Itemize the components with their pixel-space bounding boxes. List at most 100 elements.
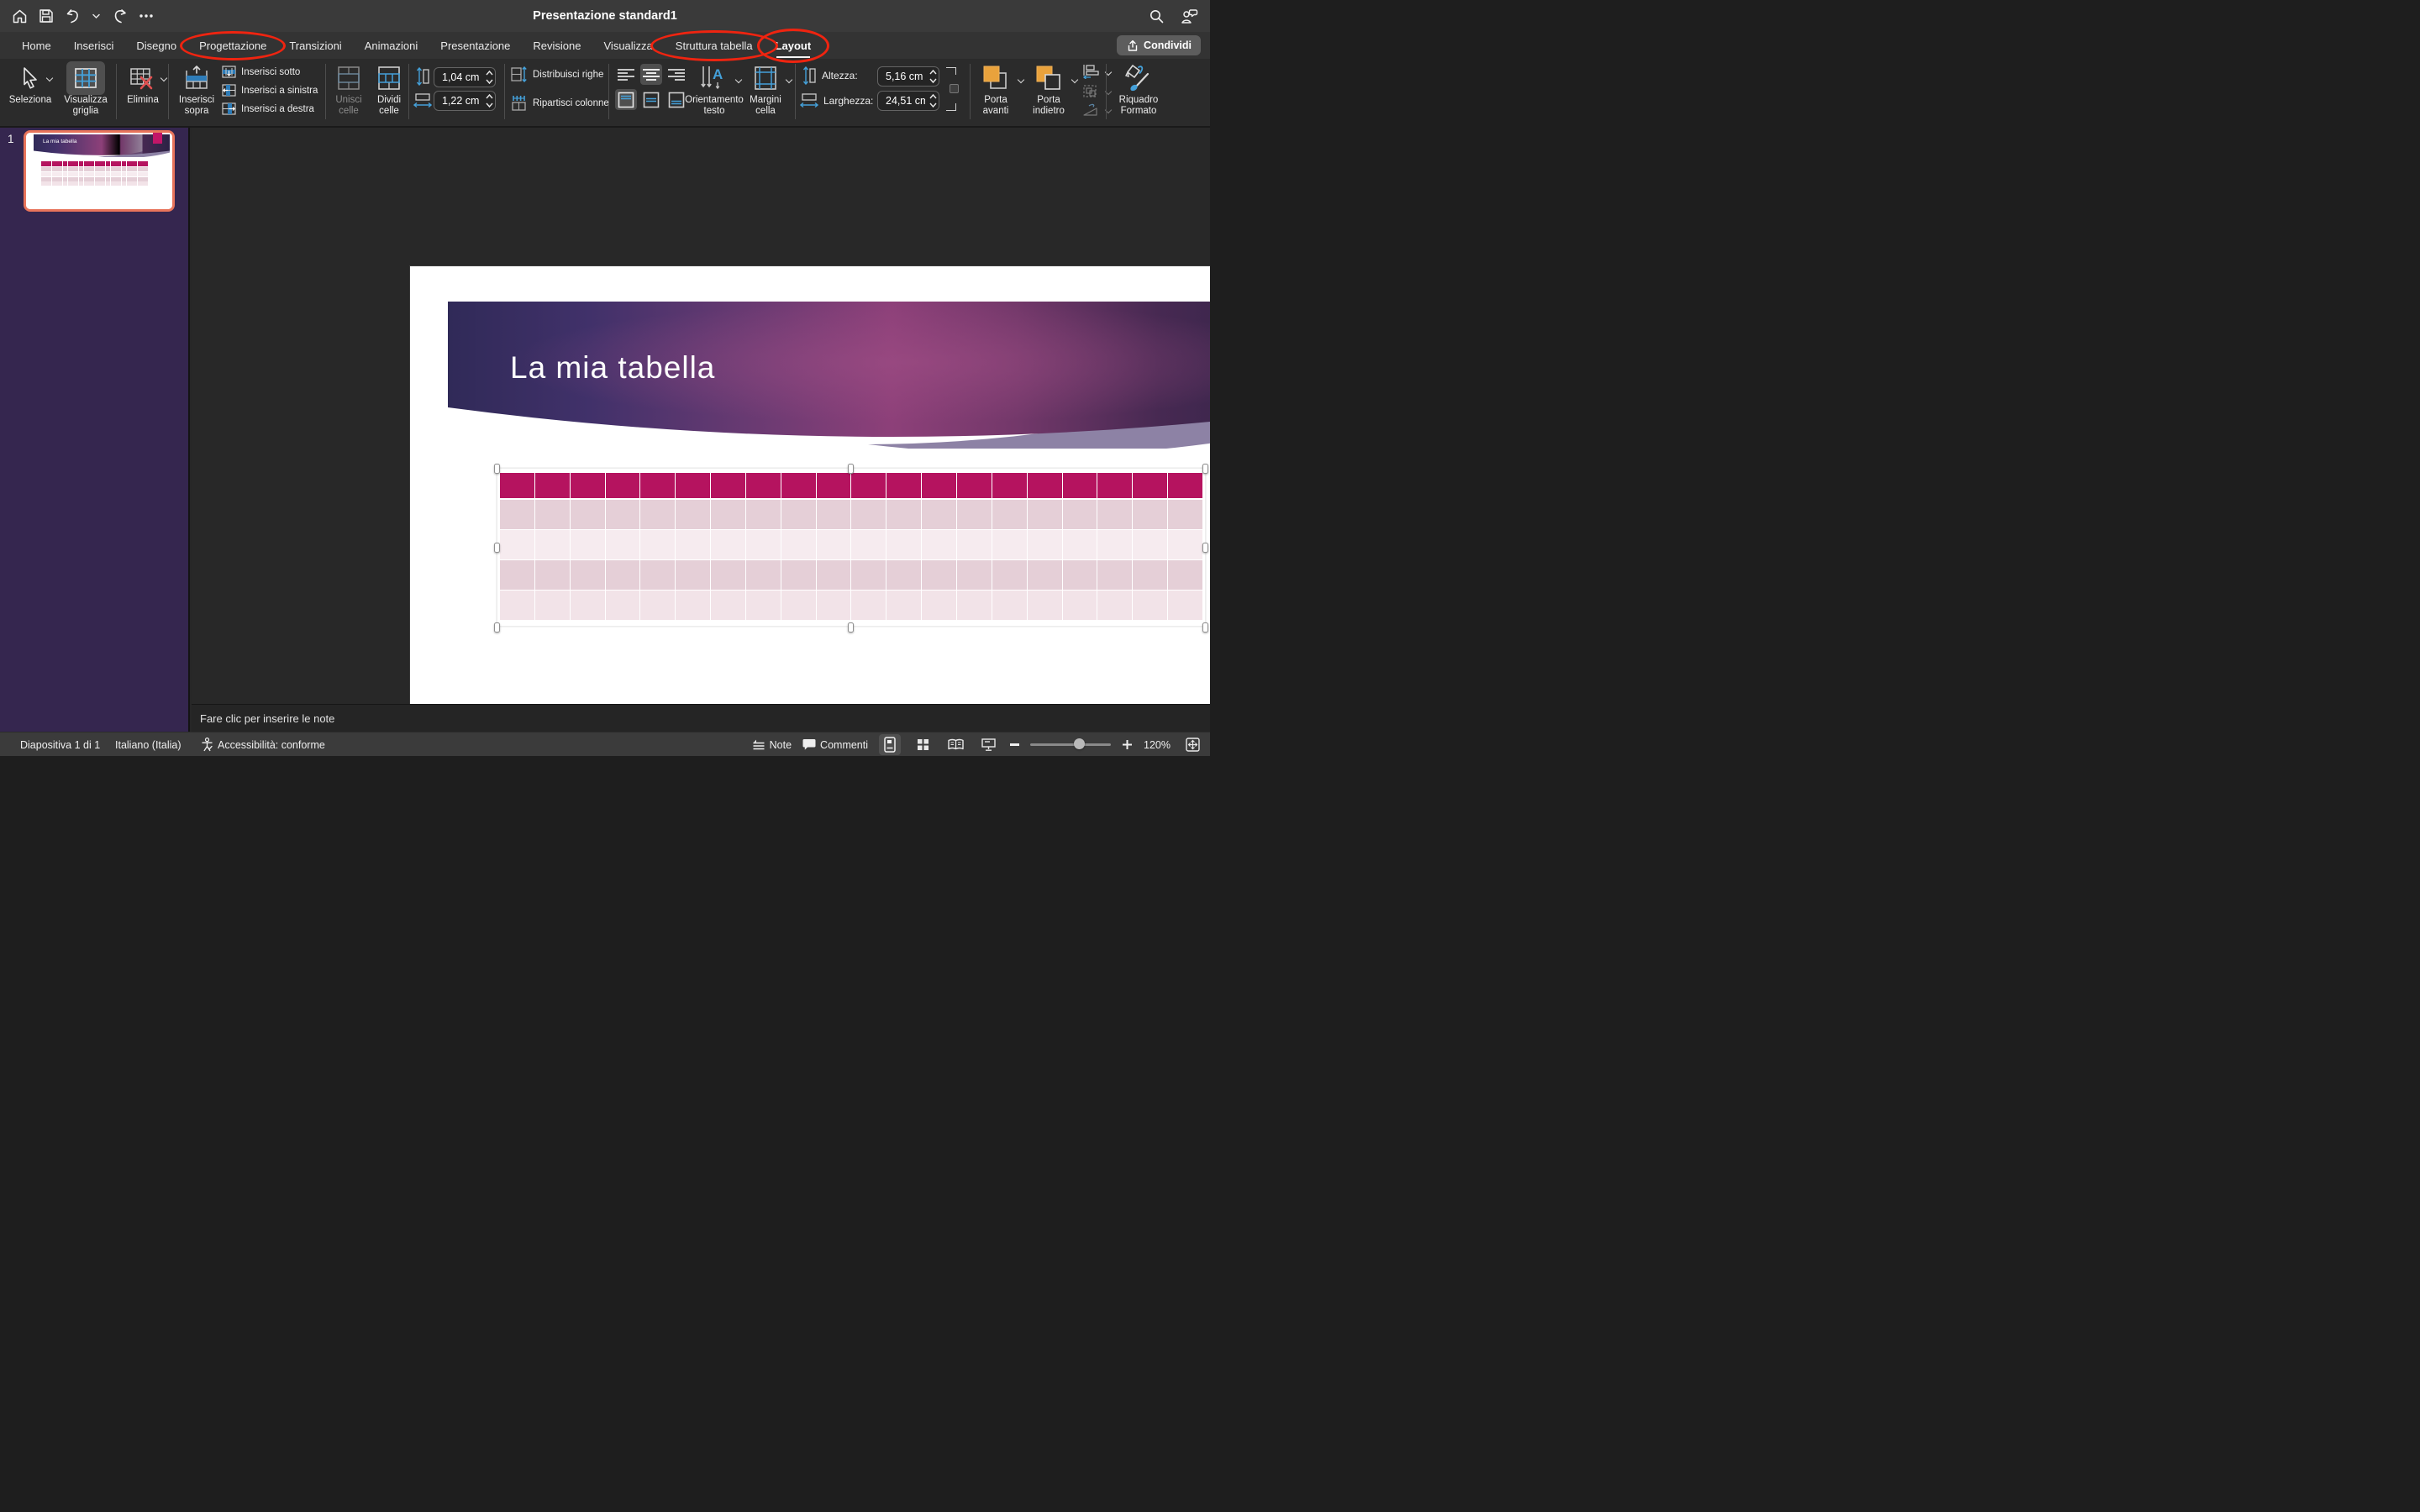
table-cell[interactable] xyxy=(711,591,745,620)
table-cell[interactable] xyxy=(1097,530,1132,559)
table-cell[interactable] xyxy=(676,530,710,559)
align-right-button[interactable] xyxy=(666,64,687,85)
table-cell[interactable] xyxy=(640,591,675,620)
table-cell[interactable] xyxy=(1028,500,1062,529)
table-cell[interactable] xyxy=(1028,530,1062,559)
column-width-stepper[interactable] xyxy=(486,93,493,108)
selection-handle-bottom-left[interactable] xyxy=(494,622,500,633)
reading-view-button[interactable] xyxy=(944,734,966,755)
slide-thumbnail[interactable]: La mia tabella xyxy=(24,130,175,212)
table-cell[interactable] xyxy=(1168,473,1202,498)
table-cell[interactable] xyxy=(992,530,1027,559)
table-cell[interactable] xyxy=(992,591,1027,620)
table-cell[interactable] xyxy=(500,473,534,498)
presenter-view-button[interactable] xyxy=(977,734,999,755)
table-cell[interactable] xyxy=(1133,500,1167,529)
table-cell[interactable] xyxy=(886,591,921,620)
table-cell[interactable] xyxy=(1168,530,1202,559)
tab-inserisci[interactable]: Inserisci xyxy=(74,39,114,52)
table-cell[interactable] xyxy=(676,500,710,529)
table-cell[interactable] xyxy=(957,473,992,498)
tab-struttura-tabella[interactable]: Struttura tabella xyxy=(676,39,753,52)
ripartisci-colonne-button[interactable]: Ripartisci colonne xyxy=(511,95,609,111)
valign-top-button[interactable] xyxy=(615,89,637,110)
larghezza-stepper[interactable] xyxy=(929,93,937,108)
table-cell[interactable] xyxy=(676,560,710,590)
inserisci-a-sinistra-button[interactable]: Inserisci a sinistra xyxy=(222,84,318,97)
table-cell[interactable] xyxy=(1133,530,1167,559)
table-cell[interactable] xyxy=(606,591,640,620)
table-cell[interactable] xyxy=(535,530,570,559)
lock-aspect-ratio-toggle[interactable] xyxy=(944,67,956,111)
table-cell[interactable] xyxy=(640,500,675,529)
altezza-stepper[interactable] xyxy=(929,69,937,84)
table-cell[interactable] xyxy=(922,500,956,529)
table-cell[interactable] xyxy=(817,560,851,590)
tab-disegno[interactable]: Disegno xyxy=(136,39,176,52)
tab-revisione[interactable]: Revisione xyxy=(533,39,581,52)
elimina-button[interactable]: Elimina xyxy=(119,61,166,125)
table-cell[interactable] xyxy=(535,591,570,620)
table-cell[interactable] xyxy=(535,500,570,529)
porta-indietro-chevron-icon[interactable] xyxy=(1071,76,1078,83)
table-cell[interactable] xyxy=(746,560,781,590)
table-cell[interactable] xyxy=(781,500,816,529)
table-cell[interactable] xyxy=(1063,500,1097,529)
table-cell[interactable] xyxy=(711,500,745,529)
table-cell[interactable] xyxy=(500,530,534,559)
distribuisci-righe-button[interactable]: Distribuisci righe xyxy=(511,66,603,82)
table-cell[interactable] xyxy=(851,591,886,620)
condividi-button[interactable]: Condividi xyxy=(1117,35,1201,55)
table-cell[interactable] xyxy=(1063,530,1097,559)
table-cell[interactable] xyxy=(606,530,640,559)
margini-cella-button[interactable]: Margini cella xyxy=(744,61,786,125)
table-cell[interactable] xyxy=(957,591,992,620)
commenti-toggle[interactable]: Commenti xyxy=(802,732,868,756)
table-cell[interactable] xyxy=(1028,473,1062,498)
visualizza-griglia-button[interactable]: Visualizza griglia xyxy=(59,61,113,125)
table-cell[interactable] xyxy=(1097,560,1132,590)
table-cell[interactable] xyxy=(886,530,921,559)
slide-canvas[interactable]: La mia tabella xyxy=(410,266,1210,756)
margini-chevron-icon[interactable] xyxy=(786,76,792,83)
table-cell[interactable] xyxy=(746,500,781,529)
table-cell[interactable] xyxy=(571,591,605,620)
table-cell[interactable] xyxy=(781,473,816,498)
table-cell[interactable] xyxy=(851,530,886,559)
align-left-button[interactable] xyxy=(615,64,637,85)
table-cell[interactable] xyxy=(1063,473,1097,498)
table-cell[interactable] xyxy=(851,560,886,590)
selection-handle-top-left[interactable] xyxy=(494,464,500,474)
table-cell[interactable] xyxy=(640,530,675,559)
table-cell[interactable] xyxy=(886,473,921,498)
note-toggle[interactable]: Note xyxy=(752,732,792,756)
align-center-button[interactable] xyxy=(640,64,662,85)
table-cell[interactable] xyxy=(606,560,640,590)
table-cell[interactable] xyxy=(676,591,710,620)
table-cell[interactable] xyxy=(922,560,956,590)
notes-bar[interactable]: Fare clic per inserire le note xyxy=(192,704,1210,732)
table-cell[interactable] xyxy=(922,530,956,559)
table-cell[interactable] xyxy=(535,560,570,590)
row-height-stepper[interactable] xyxy=(486,70,493,85)
table-cell[interactable] xyxy=(606,473,640,498)
porta-avanti-chevron-icon[interactable] xyxy=(1018,76,1024,83)
valign-bottom-button[interactable] xyxy=(666,89,687,110)
language-indicator[interactable]: Italiano (Italia) xyxy=(115,732,182,756)
table-cell[interactable] xyxy=(500,500,534,529)
table-cell[interactable] xyxy=(1028,591,1062,620)
table-cell[interactable] xyxy=(711,530,745,559)
table-cell[interactable] xyxy=(817,591,851,620)
porta-avanti-button[interactable]: Porta avanti xyxy=(975,61,1017,125)
table-cell[interactable] xyxy=(781,530,816,559)
zoom-level[interactable]: 120% xyxy=(1144,739,1171,751)
tab-progettazione[interactable]: Progettazione xyxy=(199,39,266,52)
seleziona-button[interactable]: Seleziona xyxy=(3,61,57,125)
selection-handle-middle-right[interactable] xyxy=(1202,543,1208,553)
table-cell[interactable] xyxy=(1028,560,1062,590)
table-cell[interactable] xyxy=(1168,591,1202,620)
table-cell[interactable] xyxy=(886,560,921,590)
table-cell[interactable] xyxy=(957,500,992,529)
tab-presentazione[interactable]: Presentazione xyxy=(440,39,510,52)
table-cell[interactable] xyxy=(711,560,745,590)
